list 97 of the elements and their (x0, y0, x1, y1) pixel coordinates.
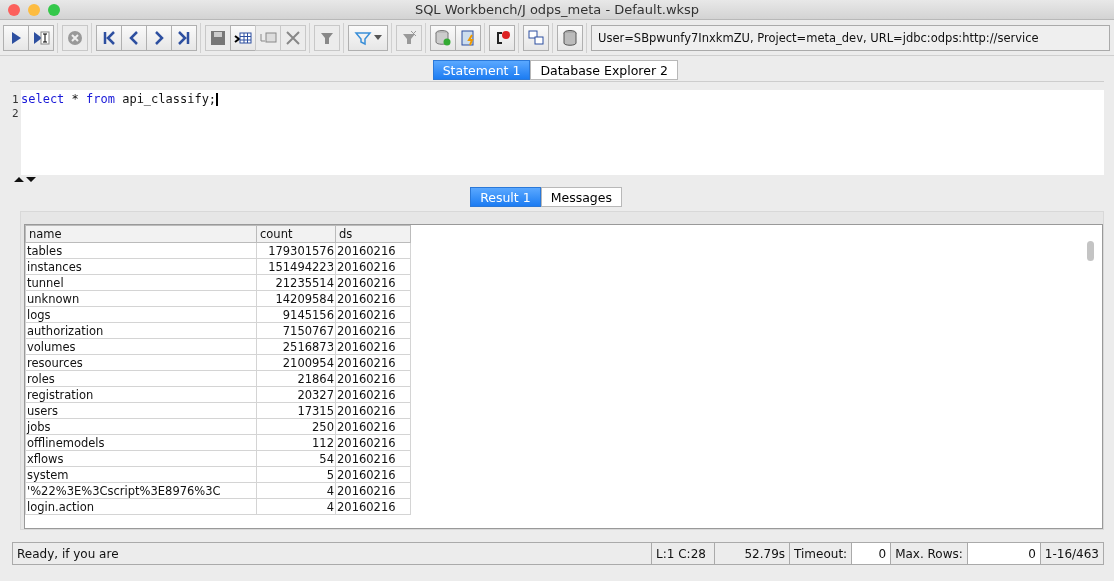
table-cell: 14209584 (256, 290, 336, 307)
elapsed-time: 52.79s (714, 543, 790, 564)
line-number: 1 (12, 92, 20, 106)
next-button[interactable] (146, 24, 172, 51)
zoom-button[interactable] (48, 4, 60, 16)
tables-icon (527, 28, 545, 47)
table-cell: 20160216 (335, 466, 411, 483)
table-cell: resources (25, 354, 257, 371)
table-cell: instances (25, 258, 257, 275)
table-cell: 5 (256, 466, 336, 483)
delete-icon (284, 28, 302, 47)
row-count: 1-16/463 (1039, 543, 1103, 564)
table-cell: 20160216 (335, 482, 411, 499)
table-cell: 151494223 (256, 258, 336, 275)
scrollbar-thumb[interactable] (1087, 241, 1094, 262)
table-cell: tables (25, 242, 257, 259)
stop-icon (66, 28, 84, 47)
alert-button[interactable] (489, 24, 515, 51)
table-cell: 20160216 (335, 354, 411, 371)
table-cell: 20160216 (335, 306, 411, 323)
table-cell: 20160216 (335, 258, 411, 275)
play-cursor-icon (32, 28, 50, 47)
table-cell: 2516873 (256, 338, 336, 355)
table-cell: 7150767 (256, 322, 336, 339)
table-cell: 21235514 (256, 274, 336, 291)
database-button[interactable] (557, 24, 583, 51)
timeout-field[interactable]: 0 (851, 543, 891, 564)
table-cell: xflows (25, 450, 257, 467)
table-cell: 2100954 (256, 354, 336, 371)
table-cell: tunnel (25, 274, 257, 291)
table-cell: unknown (25, 290, 257, 307)
table-cell: 20160216 (335, 418, 411, 435)
table-cell: 20160216 (335, 322, 411, 339)
run-button[interactable] (3, 24, 29, 51)
commit-button[interactable] (430, 24, 456, 51)
tab[interactable]: Database Explorer 2 (530, 60, 678, 81)
tab[interactable]: Result 1 (470, 187, 541, 208)
database-icon (561, 28, 579, 47)
table-cell: 54 (256, 450, 336, 467)
max-rows-label: Max. Rows: (890, 543, 967, 564)
window-title: SQL Workbench/J odps_meta - Default.wksp (414, 2, 700, 17)
caret-icon (374, 34, 382, 41)
close-button[interactable] (8, 4, 20, 16)
cursor-position: L:1 C:28 (651, 543, 715, 564)
edit-button[interactable] (230, 24, 256, 51)
tab[interactable]: Messages (540, 187, 622, 208)
filter-remove-icon (400, 28, 418, 47)
column-header[interactable]: name (25, 225, 257, 243)
database-check-icon (434, 28, 452, 47)
last-button[interactable] (171, 24, 197, 51)
max-rows-field[interactable]: 0 (966, 543, 1040, 564)
table-cell: 17315 (256, 402, 336, 419)
table-cell: 20160216 (335, 450, 411, 467)
table-cell: 112 (256, 434, 336, 451)
table-cell: 20160216 (335, 290, 411, 307)
column-header[interactable]: ds (335, 225, 411, 243)
table-cell: roles (25, 370, 257, 387)
table-cell: registration (25, 386, 257, 403)
table-cell: 250 (256, 418, 336, 435)
table-cell: 4 (256, 482, 336, 499)
rollback-button[interactable] (455, 24, 481, 51)
table-cell: jobs (25, 418, 257, 435)
line-number: 2 (12, 106, 20, 120)
filter-button[interactable] (348, 24, 388, 51)
table-cell: system (25, 466, 257, 483)
table-cell: offlinemodels (25, 434, 257, 451)
table-cell: users (25, 402, 257, 419)
table-cell: 20160216 (335, 434, 411, 451)
table-cell: 20160216 (335, 402, 411, 419)
save-icon (209, 28, 227, 47)
code-line: select * from api_classify; (21, 92, 219, 107)
table-cell: '%22%3E%3Cscript%3E8976%3C (25, 482, 257, 499)
prev-button[interactable] (121, 24, 147, 51)
table-cell: 20160216 (335, 498, 411, 515)
first-button[interactable] (96, 24, 122, 51)
table-cell: login.action (25, 498, 257, 515)
table-cell: 20160216 (335, 274, 411, 291)
sql-editor[interactable]: 1 select * from api_classify; 2 (12, 90, 1104, 176)
table-cell: 9145156 (256, 306, 336, 323)
table-cell: 20160216 (335, 370, 411, 387)
table-cell: 20327 (256, 386, 336, 403)
tables-button[interactable] (523, 24, 549, 51)
column-header[interactable]: count (256, 225, 336, 243)
table-cell: logs (25, 306, 257, 323)
table-cell: 21864 (256, 370, 336, 387)
connection-info: User=SBpwunfy7InxkmZU, Project=meta_dev, URL=jdbc:odps:http://service (591, 24, 1110, 51)
table-cell: 179301576 (256, 242, 336, 259)
table-cell: 20160216 (335, 242, 411, 259)
table-cell: 20160216 (335, 338, 411, 355)
run-current-button[interactable] (28, 24, 54, 51)
document-lightning-icon (459, 28, 477, 47)
status-message: Ready, if you are (16, 545, 120, 563)
table-cell: 20160216 (335, 386, 411, 403)
table-cell: 4 (256, 498, 336, 515)
table-cell: volumes (25, 338, 257, 355)
table-cell: authorization (25, 322, 257, 339)
splitter-arrows-icon[interactable] (14, 176, 38, 184)
